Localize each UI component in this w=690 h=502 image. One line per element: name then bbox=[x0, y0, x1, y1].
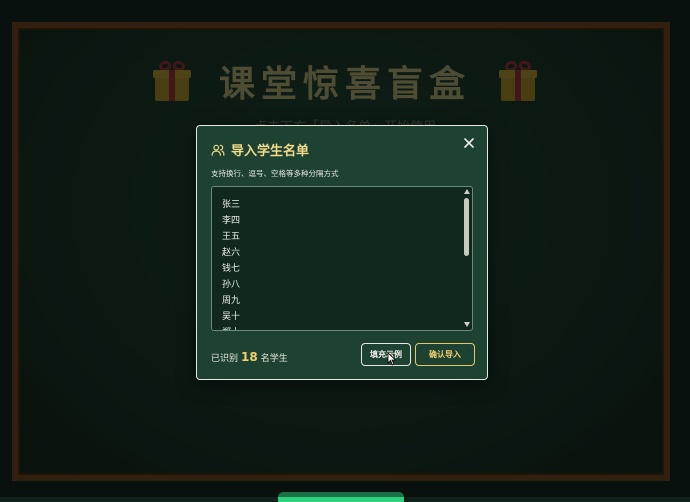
recognized-count: 已识别 18 名学生 bbox=[211, 350, 288, 364]
users-icon bbox=[211, 144, 225, 156]
name-line: 张三 bbox=[222, 200, 241, 210]
name-list-textarea[interactable]: 张三 李四 王五 赵六 钱七 孙八 周九 吴十 郑十 bbox=[211, 186, 473, 331]
textarea-scrollbar[interactable] bbox=[463, 189, 470, 328]
import-dialog: 导入学生名单 支持换行、逗号、空格等多种分隔方式 张三 李四 王五 赵六 钱七 … bbox=[196, 125, 488, 380]
name-line: 赵六 bbox=[222, 248, 241, 258]
close-icon bbox=[464, 138, 474, 148]
name-line: 王五 bbox=[222, 232, 241, 242]
confirm-import-button[interactable]: 确认导入 bbox=[415, 343, 475, 366]
name-line: 周九 bbox=[222, 296, 241, 306]
scroll-up-arrow-icon[interactable] bbox=[463, 189, 470, 195]
count-number: 18 bbox=[241, 350, 258, 364]
name-line: 孙八 bbox=[222, 280, 241, 290]
name-line: 李四 bbox=[222, 216, 241, 226]
close-button[interactable] bbox=[461, 135, 477, 151]
scrollbar-thumb[interactable] bbox=[464, 198, 469, 256]
name-list: 张三 李四 王五 赵六 钱七 孙八 周九 吴十 郑十 bbox=[222, 197, 241, 330]
fill-example-button[interactable]: 填充示例 bbox=[361, 343, 411, 366]
count-suffix: 名学生 bbox=[260, 354, 288, 364]
name-line: 吴十 bbox=[222, 312, 241, 322]
dialog-title: 导入学生名单 bbox=[231, 144, 310, 159]
name-line: 钱七 bbox=[222, 264, 241, 274]
scroll-down-arrow-icon[interactable] bbox=[463, 322, 470, 328]
input-hint: 支持换行、逗号、空格等多种分隔方式 bbox=[211, 169, 339, 178]
name-line: 郑十 bbox=[222, 325, 240, 330]
mouse-cursor-icon bbox=[387, 352, 397, 366]
dialog-header: 导入学生名单 bbox=[211, 140, 309, 159]
count-prefix: 已识别 bbox=[211, 354, 239, 364]
